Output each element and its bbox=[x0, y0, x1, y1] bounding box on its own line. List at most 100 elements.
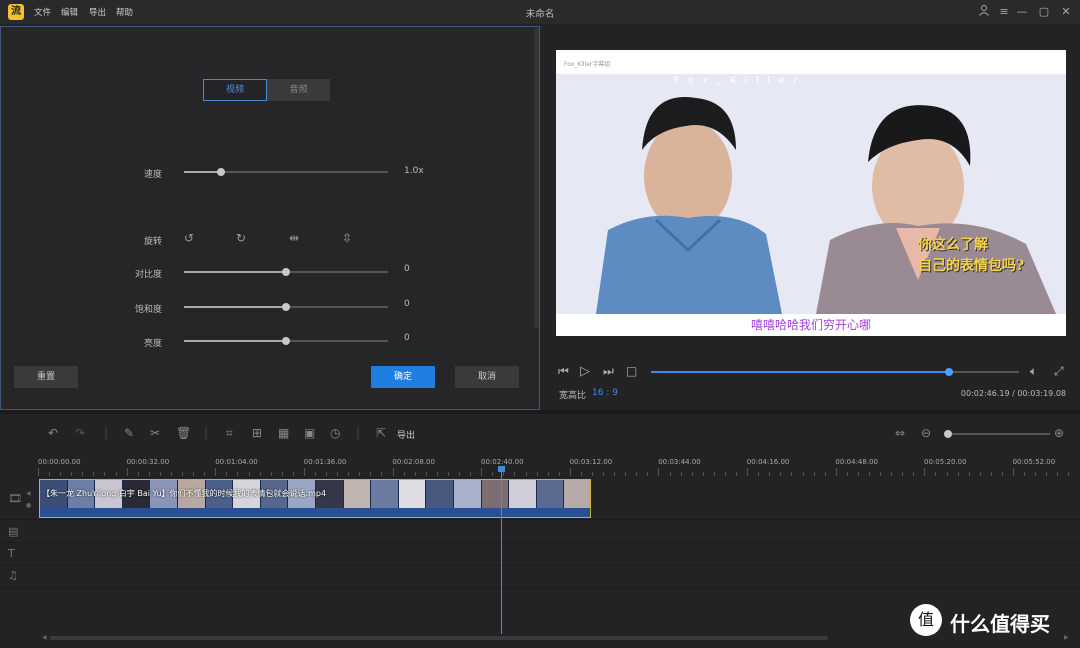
text-track-row bbox=[0, 543, 1080, 566]
ruler-label: 00:00:32.00 bbox=[126, 458, 170, 466]
ok-button[interactable]: 确定 bbox=[371, 366, 435, 388]
speed-slider-knob[interactable] bbox=[216, 168, 225, 176]
contrast-slider-knob[interactable] bbox=[282, 268, 290, 276]
video-track-icon: 🎞︎ bbox=[8, 492, 22, 505]
clip-thumbnail bbox=[426, 480, 453, 508]
prev-frame-icon[interactable]: ⏮ bbox=[558, 364, 569, 379]
ruler-tick bbox=[924, 468, 926, 476]
undo-icon[interactable]: ↶ bbox=[48, 426, 58, 440]
brightness-slider[interactable] bbox=[184, 337, 388, 345]
clip-thumbnail bbox=[371, 480, 398, 508]
brightness-slider-knob[interactable] bbox=[282, 337, 290, 345]
clip-thumbnail bbox=[481, 480, 509, 508]
scroll-right-icon[interactable]: ▶ bbox=[1064, 634, 1069, 641]
fullscreen-icon[interactable]: ⤢ bbox=[1054, 364, 1064, 379]
playhead[interactable] bbox=[501, 466, 502, 634]
export-button[interactable]: 导出 bbox=[397, 428, 415, 441]
close-icon[interactable]: ✕ bbox=[1058, 4, 1074, 20]
duration-icon[interactable]: ◷ bbox=[330, 426, 340, 440]
ruler-tick bbox=[126, 468, 128, 476]
ruler-tick bbox=[303, 468, 305, 476]
ruler-tick bbox=[392, 468, 394, 476]
minimize-icon[interactable]: — bbox=[1014, 4, 1030, 20]
aspect-label: 宽高比 bbox=[559, 391, 587, 401]
delete-icon[interactable]: 🗑︎ bbox=[176, 426, 191, 440]
ruler-tick bbox=[835, 468, 837, 476]
time-display: 00:02:46.19 / 00:03:19.08 bbox=[960, 389, 1066, 398]
split-icon[interactable]: ✂ bbox=[150, 426, 160, 440]
ruler-tick bbox=[481, 468, 483, 476]
stop-icon[interactable]: □ bbox=[626, 364, 637, 378]
edit-icon[interactable]: ✎ bbox=[124, 426, 134, 440]
overlay-track-icon: ▤ bbox=[8, 525, 19, 538]
seek-bar-knob[interactable] bbox=[945, 368, 954, 376]
timeline-scrollbar[interactable] bbox=[50, 636, 828, 640]
flip-horizontal-icon[interactable]: ⇹ bbox=[289, 231, 299, 245]
ruler-label: 00:05:52.00 bbox=[1012, 458, 1056, 466]
ruler-label: 00:05:20.00 bbox=[924, 458, 967, 466]
tab-video[interactable]: 视频 bbox=[203, 79, 267, 101]
video-frame-image bbox=[556, 50, 1066, 336]
ruler-tick bbox=[215, 468, 217, 476]
tab-audio[interactable]: 音频 bbox=[267, 79, 330, 101]
saturation-slider[interactable] bbox=[184, 303, 388, 311]
play-icon[interactable]: ▷ bbox=[580, 364, 590, 379]
zoom-out-icon[interactable]: ⊖ bbox=[921, 426, 931, 440]
window-title: 未命名 bbox=[525, 9, 555, 20]
playhead-handle[interactable] bbox=[498, 466, 505, 472]
aspect-value[interactable]: 16 : 9 bbox=[592, 388, 618, 398]
overlay-track-row bbox=[0, 520, 1080, 543]
next-frame-icon[interactable]: ⏭ bbox=[603, 364, 614, 379]
saturation-value: 0 bbox=[404, 299, 410, 309]
ruler-label: 00:03:12.00 bbox=[569, 458, 613, 466]
timeline-ruler[interactable]: 00:00:00.00 00:00:32.00 00:01:04.00 00:01:3… bbox=[38, 452, 1080, 476]
video-clip[interactable]: 【朱一龙 ZhuYilong 白宇 Bai Yu】你们不懂我的时候我的表情包就会… bbox=[39, 479, 591, 518]
edit-panel-scrollbar[interactable] bbox=[534, 28, 539, 328]
rotate-left-icon[interactable]: ↺ bbox=[184, 231, 194, 245]
scroll-left-icon[interactable]: ◀ bbox=[42, 634, 47, 641]
account-icon[interactable] bbox=[976, 4, 992, 20]
brightness-value: 0 bbox=[404, 333, 410, 343]
rotate-label: 旋转 bbox=[143, 237, 162, 247]
fit-timeline-icon[interactable]: ⇔ bbox=[895, 426, 905, 440]
toolbar-separator: | bbox=[104, 426, 109, 440]
ruler-label: 00:01:04.00 bbox=[215, 458, 258, 466]
ruler-tick bbox=[658, 468, 660, 476]
contrast-label: 对比度 bbox=[134, 270, 162, 280]
contrast-value: 0 bbox=[404, 264, 410, 274]
crop-icon[interactable]: ⌗ bbox=[226, 426, 233, 441]
ruler-tick bbox=[38, 468, 39, 476]
mosaic-icon[interactable]: ▦ bbox=[278, 426, 289, 440]
redo-icon[interactable]: ↷ bbox=[75, 426, 85, 440]
timeline-zoom-slider[interactable] bbox=[944, 430, 1050, 438]
zoom-in-icon[interactable]: ⊕ bbox=[1054, 426, 1064, 440]
seek-bar[interactable] bbox=[651, 368, 1019, 376]
toolbar-separator: | bbox=[204, 426, 209, 440]
zoom-clip-icon[interactable]: ⊞ bbox=[252, 426, 262, 440]
ruler-label: 00:01:36.00 bbox=[303, 458, 347, 466]
ruler-tick bbox=[569, 468, 571, 476]
video-preview[interactable]: Fox_Killer字幕组 F o x _ K i l l e r 你这么了解 … bbox=[556, 50, 1066, 336]
saturation-label: 饱和度 bbox=[134, 305, 162, 315]
speed-slider[interactable] bbox=[184, 168, 388, 176]
panel-divider bbox=[0, 410, 1080, 414]
preview-banner-text: F o x _ K i l l e r bbox=[674, 76, 800, 86]
video-track-mute-icon[interactable]: ◀ bbox=[26, 490, 31, 497]
rotate-right-icon[interactable]: ↻ bbox=[236, 231, 246, 245]
saturation-slider-knob[interactable] bbox=[282, 303, 290, 311]
maximize-icon[interactable]: ▢ bbox=[1036, 4, 1052, 20]
timeline-zoom-knob[interactable] bbox=[944, 430, 953, 438]
flip-vertical-icon[interactable]: ⇳ bbox=[342, 231, 352, 245]
contrast-slider[interactable] bbox=[184, 268, 388, 276]
speed-slider-fill bbox=[184, 171, 221, 173]
cancel-button[interactable]: 取消 bbox=[455, 366, 519, 388]
export-icon[interactable]: ⇱ bbox=[376, 426, 386, 440]
video-track-lock-icon[interactable]: ● bbox=[26, 502, 31, 509]
reset-button[interactable]: 重置 bbox=[14, 366, 78, 388]
ruler-label: 00:04:48.00 bbox=[835, 458, 878, 466]
clip-thumbnail bbox=[509, 480, 536, 508]
volume-icon[interactable]: 🔈︎ bbox=[1030, 364, 1037, 379]
menu-icon[interactable]: ≡ bbox=[996, 4, 1012, 20]
snapshot-icon[interactable]: ▣ bbox=[304, 426, 315, 440]
clip-thumbnail bbox=[564, 480, 590, 508]
